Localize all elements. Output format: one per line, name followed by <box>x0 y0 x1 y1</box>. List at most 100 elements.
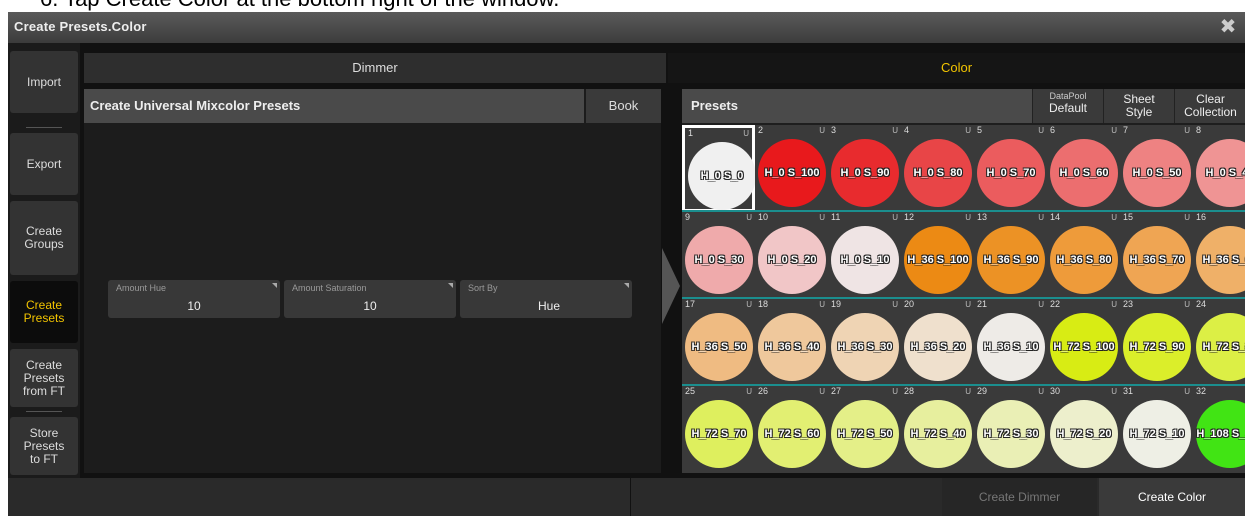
close-icon[interactable]: ✖ <box>1215 14 1241 40</box>
color-swatch: H_72 S_80 <box>1196 313 1245 381</box>
sidebar-item-create-presets-from-ft[interactable]: Create Presets from FT <box>10 349 78 407</box>
preset-cell[interactable]: 30 U H_72 S_20 <box>1047 386 1120 473</box>
field-label: Amount Saturation <box>292 283 367 293</box>
chevron-down-icon <box>624 283 629 288</box>
sidebar-item-create-groups[interactable]: Create Groups <box>10 201 78 275</box>
preset-cell[interactable]: 23 U H_72 S_90 <box>1120 299 1193 386</box>
preset-cell[interactable]: 15 U H_36 S_70 <box>1120 212 1193 299</box>
preset-name: H_72 S_100 <box>1053 341 1115 353</box>
tab-dimmer[interactable]: Dimmer <box>84 53 666 83</box>
preset-number: 30 <box>1050 386 1061 396</box>
universal-badge: U <box>892 126 898 135</box>
presets-pool: Presets DataPool Default Sheet Style Cle… <box>682 89 1245 473</box>
sidebar-item-create-presets[interactable]: Create Presets <box>10 281 78 343</box>
universal-badge: U <box>965 126 971 135</box>
preset-cell[interactable]: 20 U H_36 S_20 <box>901 299 974 386</box>
preset-number: 31 <box>1123 386 1134 396</box>
preset-cell[interactable]: 7 U H_0 S_50 <box>1120 125 1193 212</box>
sidebar-item-store-presets-to-ft[interactable]: Store Presets to FT <box>10 417 78 475</box>
bottom-spacer <box>630 478 943 516</box>
datapool-value: Default <box>1048 101 1088 115</box>
preset-cell[interactable]: 17 U H_36 S_50 <box>682 299 755 386</box>
preset-cell[interactable]: 6 U H_0 S_60 <box>1047 125 1120 212</box>
preset-cell[interactable]: 16UH_36 S_60 <box>1193 212 1245 299</box>
color-swatch: H_72 S_30 <box>977 400 1045 468</box>
create-dimmer-button[interactable]: Create Dimmer <box>942 478 1097 516</box>
instruction-text: 6. Tap Create Color at the bottom right … <box>0 0 1245 12</box>
sidebar-item-label: Create Groups <box>24 224 64 251</box>
panel-title: Create Universal Mixcolor Presets <box>84 89 584 123</box>
color-swatch: H_0 S_20 <box>758 226 826 294</box>
preset-name: H_0 S_40 <box>1205 167 1245 179</box>
preset-cell[interactable]: 22 U H_72 S_100 <box>1047 299 1120 386</box>
universal-badge: U <box>819 300 825 309</box>
datapool-button[interactable]: DataPool Default <box>1032 89 1103 123</box>
preset-number: 27 <box>831 386 842 396</box>
preset-cell[interactable]: 21 U H_36 S_10 <box>974 299 1047 386</box>
color-swatch: H_36 S_80 <box>1050 226 1118 294</box>
universal-badge: U <box>819 213 825 222</box>
universal-badge: U <box>1111 126 1117 135</box>
preset-cell[interactable]: 24UH_72 S_80 <box>1193 299 1245 386</box>
amount-hue-field[interactable]: Amount Hue 10 <box>108 280 280 318</box>
preset-cell[interactable]: 32UH_108 S_100 <box>1193 386 1245 473</box>
preset-cell[interactable]: 11 U H_0 S_10 <box>828 212 901 299</box>
preset-cell[interactable]: 12 U H_36 S_100 <box>901 212 974 299</box>
preset-cell[interactable]: 4 U H_0 S_80 <box>901 125 974 212</box>
preset-cell[interactable]: 26 U H_72 S_60 <box>755 386 828 473</box>
field-value: 10 <box>363 299 377 313</box>
clear-collection-button[interactable]: Clear Collection <box>1174 89 1245 123</box>
tab-color[interactable]: Color <box>668 53 1245 83</box>
preset-name: H_72 S_10 <box>1129 428 1185 440</box>
preset-cell[interactable]: 1 U H_0 S_0 <box>682 125 756 212</box>
preset-cell[interactable]: 10 U H_0 S_20 <box>755 212 828 299</box>
universal-badge: U <box>1184 300 1190 309</box>
preset-cell[interactable]: 8UH_0 S_40 <box>1193 125 1245 212</box>
preset-name: H_0 S_10 <box>840 254 890 266</box>
book-button[interactable]: Book <box>586 89 661 123</box>
amount-saturation-field[interactable]: Amount Saturation 10 <box>284 280 456 318</box>
preset-cell[interactable]: 9 U H_0 S_30 <box>682 212 755 299</box>
preset-cell[interactable]: 19 U H_36 S_30 <box>828 299 901 386</box>
preset-name: H_108 S_100 <box>1196 428 1245 440</box>
preset-number: 2 <box>758 125 764 135</box>
mixcolor-panel: Create Universal Mixcolor Presets Book A… <box>84 89 661 473</box>
preset-cell[interactable]: 3 U H_0 S_90 <box>828 125 901 212</box>
window-title: Create Presets.Color <box>14 19 147 34</box>
preset-name: H_36 S_80 <box>1056 254 1112 266</box>
row-separator <box>682 384 1245 386</box>
preset-number: 20 <box>904 299 915 309</box>
preset-cell[interactable]: 28 U H_72 S_40 <box>901 386 974 473</box>
preset-number: 17 <box>685 299 696 309</box>
sidebar-item-export[interactable]: Export <box>10 133 78 195</box>
universal-badge: U <box>1184 213 1190 222</box>
preset-number: 23 <box>1123 299 1134 309</box>
preset-cell[interactable]: 13 U H_36 S_90 <box>974 212 1047 299</box>
preset-cell[interactable]: 31 U H_72 S_10 <box>1120 386 1193 473</box>
color-swatch: H_72 S_90 <box>1123 313 1191 381</box>
sheet-style-button[interactable]: Sheet Style <box>1103 89 1174 123</box>
sidebar-item-import[interactable]: Import <box>10 51 78 113</box>
preset-cell[interactable]: 27 U H_72 S_50 <box>828 386 901 473</box>
arrow-right-icon <box>662 248 680 324</box>
preset-number: 11 <box>831 212 841 222</box>
sort-by-select[interactable]: Sort By Hue <box>460 280 632 318</box>
color-swatch: H_108 S_100 <box>1196 400 1245 468</box>
preset-cell[interactable]: 5 U H_0 S_70 <box>974 125 1047 212</box>
preset-cell[interactable]: 25 U H_72 S_70 <box>682 386 755 473</box>
preset-cell[interactable]: 2 U H_0 S_100 <box>755 125 828 212</box>
color-swatch: H_72 S_20 <box>1050 400 1118 468</box>
preset-cell[interactable]: 14 U H_36 S_80 <box>1047 212 1120 299</box>
create-color-button[interactable]: Create Color <box>1099 478 1245 516</box>
preset-number: 7 <box>1123 125 1129 135</box>
preset-cell[interactable]: 29 U H_72 S_30 <box>974 386 1047 473</box>
universal-badge: U <box>1184 126 1190 135</box>
preset-number: 16 <box>1196 212 1207 222</box>
color-swatch: H_72 S_60 <box>758 400 826 468</box>
preset-name: H_36 S_40 <box>764 341 820 353</box>
preset-number: 25 <box>685 386 696 396</box>
preset-cell[interactable]: 18 U H_36 S_40 <box>755 299 828 386</box>
sidebar-item-label: Create Presets <box>23 298 65 325</box>
preset-name: H_0 S_20 <box>767 254 817 266</box>
preset-name: H_0 S_60 <box>1059 167 1109 179</box>
